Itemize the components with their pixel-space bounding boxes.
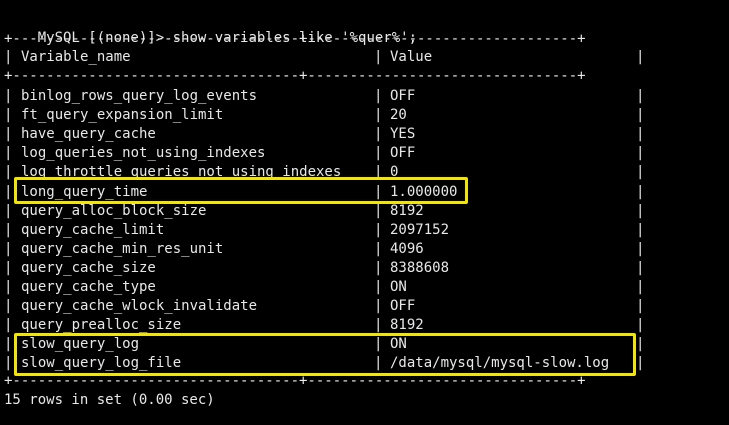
variable-name: query_cache_type [21,279,156,295]
pipe-middle: | [374,221,383,238]
pipe-left: | [4,355,13,372]
variable-name: query_prealloc_size [21,317,182,334]
pipe-middle: | [374,298,383,315]
variable-value: 4096 [390,240,424,257]
pipe-middle: | [374,279,383,295]
pipe-right: | [636,49,645,65]
pipe-right: | [636,317,645,334]
variable-name: query_cache_limit [21,221,165,238]
pipe-middle: | [374,183,383,200]
pipe-middle: | [374,164,383,181]
pipe-right: | [636,107,645,124]
pipe-right: | [636,259,645,276]
result-footer: 15 rows in set (0.00 sec) [4,392,215,408]
pipe-right: | [636,298,645,315]
pipe-right: | [636,240,645,257]
pipe-left: | [4,298,13,315]
command-line: MySQL [(none)]> show variables like '%qu… [4,10,417,46]
pipe-right: | [636,126,645,143]
variable-value: 20 [390,107,407,124]
pipe-left: | [4,49,13,65]
variable-value: 0 [390,164,399,181]
pipe-right: | [636,164,645,181]
pipe-left: | [4,145,13,162]
variable-value: ON [390,336,407,353]
variable-name: slow_query_log_file [21,355,182,372]
variable-value: YES [390,126,416,143]
pipe-middle: | [374,49,383,65]
variable-value: 2097152 [390,221,450,238]
pipe-left: | [4,107,13,124]
variable-value: OFF [390,298,416,315]
variable-name: query_cache_size [21,259,156,276]
pipe-left: | [4,279,13,295]
pipe-left: | [4,240,13,257]
variable-value: /data/mysql/mysql-slow.log [390,355,610,372]
pipe-right: | [636,221,645,238]
variable-name: ft_query_expansion_limit [21,107,224,124]
pipe-left: | [4,317,13,334]
variable-name: log_queries_not_using_indexes [21,145,266,162]
pipe-right: | [636,336,645,353]
variable-value: 1.000000 [390,183,458,200]
pipe-right: | [636,279,645,295]
pipe-left: | [4,126,13,143]
pipe-right: | [636,183,645,200]
variable-name: binlog_rows_query_log_events [21,88,258,104]
pipe-middle: | [374,336,383,353]
table-border-bottom: +----------------------------------+----… [4,373,586,389]
pipe-middle: | [374,355,383,372]
pipe-middle: | [374,126,383,143]
pipe-left: | [4,164,13,181]
variable-value: 8192 [390,317,424,334]
pipe-left: | [4,259,13,276]
pipe-middle: | [374,145,383,162]
table-border-top: +----------------------------------+----… [4,31,586,47]
pipe-middle: | [374,240,383,257]
variable-name: have_query_cache [21,126,156,143]
terminal-window[interactable]: MySQL [(none)]> show variables like '%qu… [0,0,729,425]
table-border-header: +----------------------------------+----… [4,68,586,84]
pipe-right: | [636,355,645,372]
variable-value: OFF [390,88,416,104]
pipe-middle: | [374,88,383,104]
variable-value: 8192 [390,202,424,219]
variable-value: ON [390,279,407,295]
pipe-right: | [636,202,645,219]
pipe-middle: | [374,107,383,124]
pipe-left: | [4,88,13,104]
pipe-right: | [636,88,645,104]
column-header-value: Value [390,49,433,65]
pipe-left: | [4,221,13,238]
table-header-row: | Variable_name | Value | [4,48,644,67]
variable-value: 8388608 [390,259,450,276]
variable-name: query_cache_wlock_invalidate [21,298,258,315]
pipe-left: | [4,183,13,200]
variable-name: log_throttle_queries_not_using_indexes [21,164,342,181]
pipe-left: | [4,202,13,219]
pipe-right: | [636,145,645,162]
variable-name: query_cache_min_res_unit [21,240,224,257]
column-header-variable-name: Variable_name [21,49,131,65]
pipe-left: | [4,336,13,353]
variable-value: OFF [390,145,416,162]
pipe-middle: | [374,259,383,276]
variable-name: query_alloc_block_size [21,202,207,219]
variable-name: slow_query_log [21,336,140,353]
pipe-middle: | [374,202,383,219]
pipe-middle: | [374,317,383,334]
variable-name: long_query_time [21,183,148,200]
